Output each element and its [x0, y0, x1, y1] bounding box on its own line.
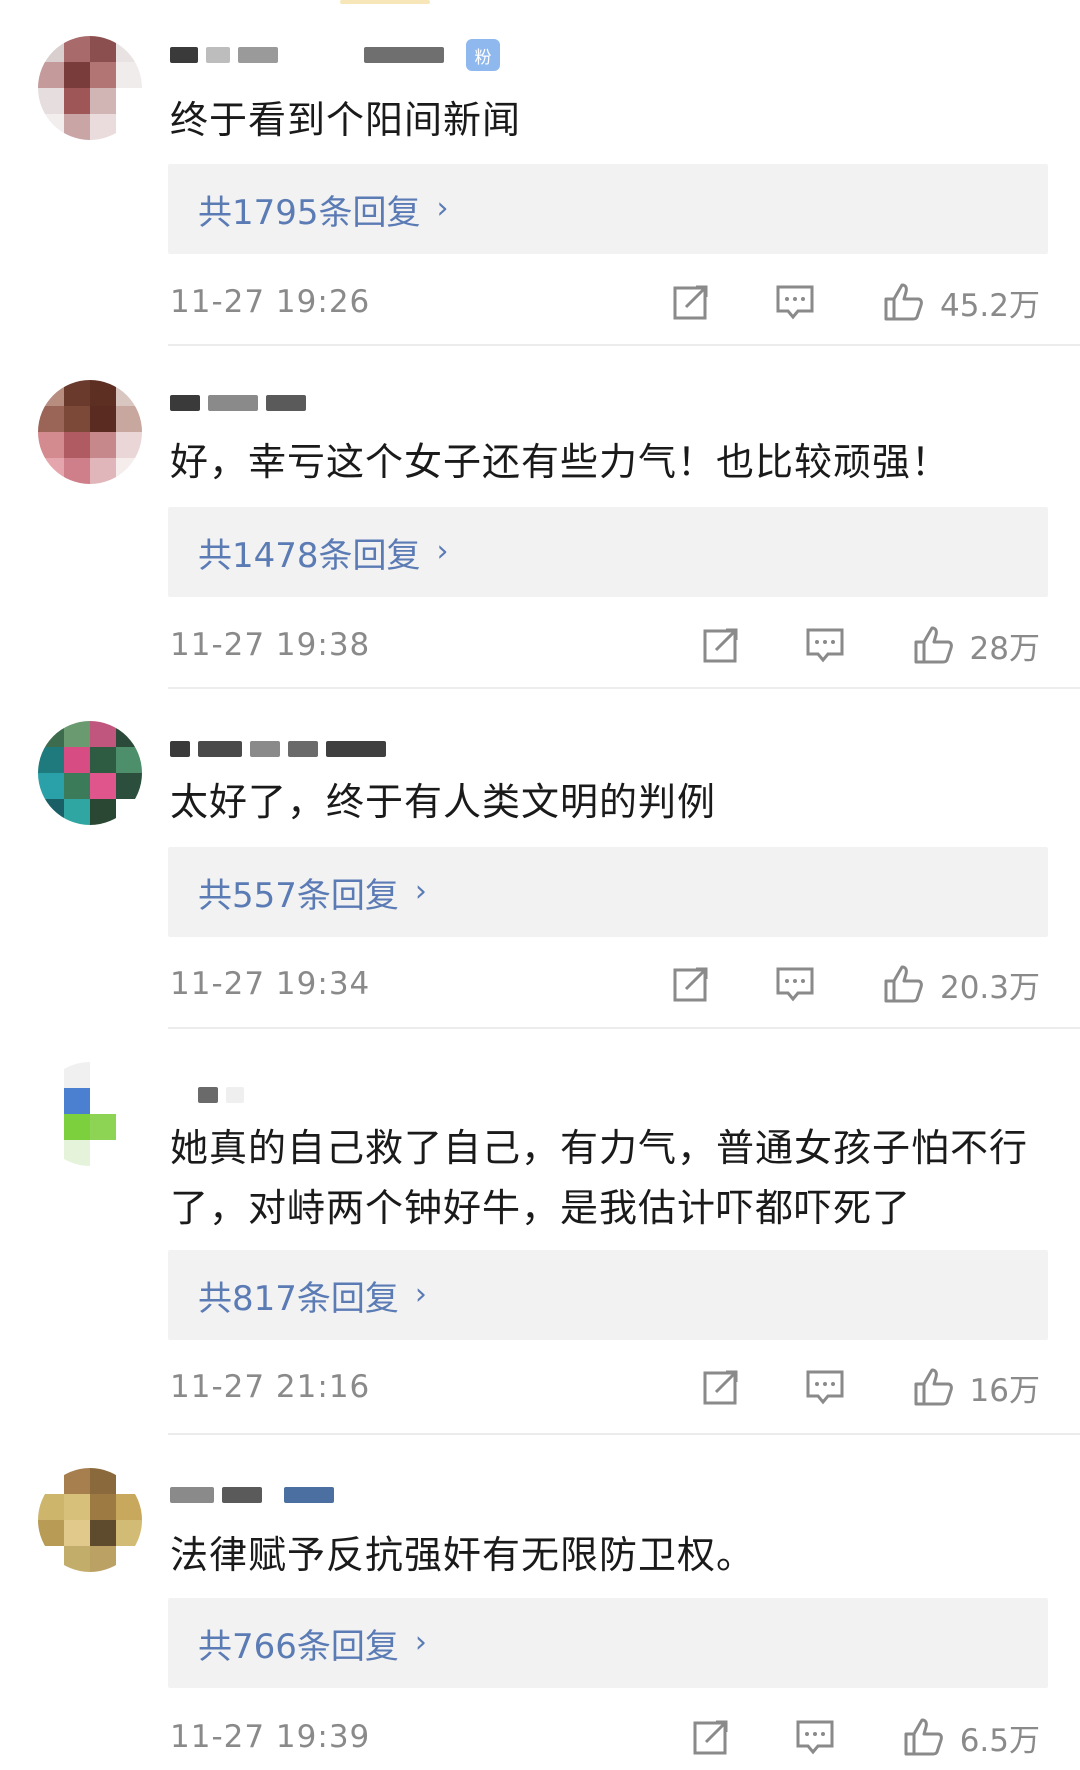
username[interactable] — [170, 1080, 244, 1110]
fan-badge: 粉 — [466, 39, 500, 71]
replies-count: 共766条回复 — [198, 1626, 399, 1667]
like-count: 45.2万 — [939, 287, 1040, 324]
comment-text: 终于看到个阳间新闻 — [170, 98, 522, 142]
comment-time: 11-27 19:26 — [170, 284, 371, 320]
chevron-right-icon: › — [414, 1625, 427, 1660]
username[interactable]: 粉 — [170, 39, 500, 71]
chevron-right-icon: › — [436, 534, 449, 569]
share-icon[interactable] — [668, 963, 714, 1005]
replies-count: 共1795条回复 — [198, 192, 421, 233]
avatar[interactable] — [38, 1468, 142, 1572]
replies-count: 共817条回复 — [198, 1278, 399, 1319]
comment-icon[interactable] — [772, 281, 818, 323]
comment-time: 11-27 19:34 — [170, 966, 371, 1002]
like-count: 28万 — [969, 630, 1040, 667]
avatar[interactable] — [38, 36, 142, 140]
comment-text: 法律赋予反抗强奸有无限防卫权。 — [170, 1533, 756, 1577]
top-edge — [0, 0, 1080, 6]
thumbs-up-icon[interactable] — [910, 1364, 956, 1410]
thumbs-up-icon[interactable] — [880, 279, 926, 325]
comment-time: 11-27 19:39 — [170, 1719, 371, 1755]
divider — [168, 344, 1080, 346]
username[interactable] — [170, 734, 386, 764]
view-replies-button[interactable]: 共1795条回复 › — [168, 164, 1048, 254]
share-icon[interactable] — [698, 1366, 744, 1408]
thumbs-up-icon[interactable] — [910, 622, 956, 668]
divider — [168, 687, 1080, 689]
chevron-right-icon: › — [414, 874, 427, 909]
chevron-right-icon: › — [414, 1277, 427, 1312]
divider — [168, 1027, 1080, 1029]
comment-text: 她真的自己救了自己，有力气，普通女孩子怕不行了，对峙两个钟好牛，是我估计吓都吓死… — [170, 1126, 1029, 1230]
comment-icon[interactable] — [802, 624, 848, 666]
thumbs-up-icon[interactable] — [880, 961, 926, 1007]
view-replies-button[interactable]: 共557条回复 › — [168, 847, 1048, 937]
comment-icon[interactable] — [772, 963, 818, 1005]
avatar[interactable] — [38, 380, 142, 484]
comment-text: 太好了，终于有人类文明的判例 — [170, 780, 717, 824]
view-replies-button[interactable]: 共766条回复 › — [168, 1598, 1048, 1688]
comment-icon[interactable] — [792, 1716, 838, 1758]
comment-icon[interactable] — [802, 1366, 848, 1408]
comment-time: 11-27 21:16 — [170, 1369, 371, 1405]
share-icon[interactable] — [688, 1716, 734, 1758]
like-count: 6.5万 — [959, 1722, 1040, 1759]
share-icon[interactable] — [668, 281, 714, 323]
like-count: 20.3万 — [939, 969, 1040, 1006]
username[interactable] — [170, 388, 306, 418]
like-count: 16万 — [969, 1372, 1040, 1409]
replies-count: 共557条回复 — [198, 875, 399, 916]
username[interactable] — [170, 1480, 334, 1510]
avatar[interactable] — [38, 721, 142, 825]
share-icon[interactable] — [698, 624, 744, 666]
view-replies-button[interactable]: 共1478条回复 › — [168, 507, 1048, 597]
view-replies-button[interactable]: 共817条回复 › — [168, 1250, 1048, 1340]
comment-time: 11-27 19:38 — [170, 627, 371, 663]
divider — [168, 1433, 1080, 1435]
replies-count: 共1478条回复 — [198, 535, 421, 576]
thumbs-up-icon[interactable] — [900, 1714, 946, 1760]
comment-text: 好，幸亏这个女子还有些力气！也比较顽强！ — [170, 440, 951, 484]
avatar[interactable] — [38, 1062, 142, 1166]
chevron-right-icon: › — [436, 191, 449, 226]
